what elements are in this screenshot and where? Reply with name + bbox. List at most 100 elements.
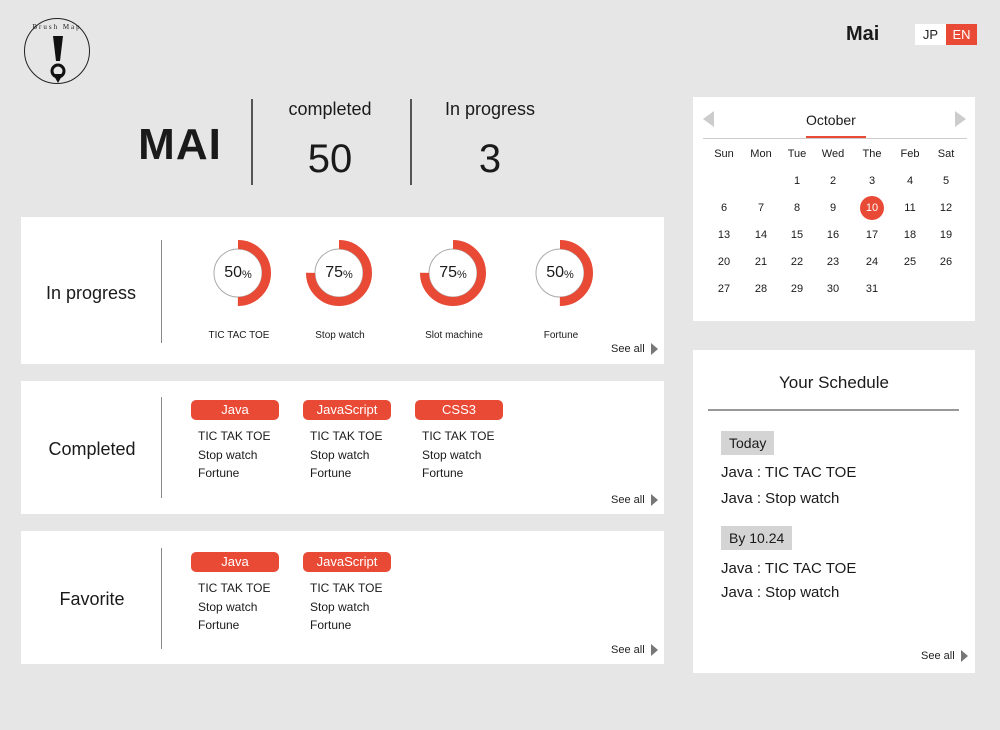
list-item[interactable]: Stop watch	[422, 446, 481, 465]
calendar-day[interactable]: 4	[897, 170, 923, 192]
see-all-label: See all	[921, 650, 955, 662]
calendar-day[interactable]: 5	[933, 170, 959, 192]
list-item[interactable]: Fortune	[198, 616, 239, 635]
schedule-title: Your Schedule	[779, 373, 889, 392]
progress-percent: 50%	[546, 264, 574, 281]
language-switcher: JP EN	[915, 24, 977, 45]
lang-jp-button[interactable]: JP	[915, 24, 946, 45]
list-item[interactable]: Fortune	[422, 464, 463, 483]
brush-map-logo[interactable]: Brush Map	[24, 18, 90, 84]
list-item[interactable]: Fortune	[310, 464, 351, 483]
schedule-card	[693, 350, 975, 673]
calendar-day-selected[interactable]: 10	[860, 196, 884, 220]
completed-label: completed	[288, 99, 372, 119]
list-item[interactable]: Stop watch	[198, 598, 257, 617]
arrow-right-icon	[650, 343, 658, 355]
schedule-item[interactable]: Java : Stop watch	[721, 490, 839, 507]
calendar-next-arrow-icon[interactable]	[955, 111, 966, 127]
arrow-right-icon	[650, 494, 658, 506]
in-progress-label: In progress	[444, 99, 536, 119]
calendar-day[interactable]: 16	[820, 224, 846, 246]
calendar-weekday: Tue	[787, 148, 807, 160]
in-progress-count: 3	[478, 137, 502, 181]
schedule-see-all-link[interactable]: See all	[921, 650, 968, 662]
calendar-day[interactable]: 19	[933, 224, 959, 246]
progress-percent: 50%	[224, 264, 252, 281]
list-item[interactable]: Stop watch	[310, 598, 369, 617]
calendar-month: October	[806, 112, 856, 128]
card-divider	[161, 240, 162, 343]
progress-ring[interactable]: 75%	[306, 240, 372, 306]
calendar-day[interactable]: 21	[748, 251, 774, 273]
arrow-right-icon	[960, 650, 968, 662]
progress-ring[interactable]: 75%	[420, 240, 486, 306]
calendar-weekday: Mon	[750, 148, 772, 160]
tag-java[interactable]: Java	[191, 552, 279, 572]
profile-name: MAI	[138, 120, 222, 169]
summary-divider	[410, 99, 412, 185]
calendar-day[interactable]: 26	[933, 251, 959, 273]
in-progress-see-all-link[interactable]: See all	[611, 343, 658, 355]
calendar-day[interactable]: 28	[748, 278, 774, 300]
schedule-badge-today: Today	[721, 431, 775, 455]
completed-see-all-link[interactable]: See all	[611, 494, 658, 506]
tag-javascript[interactable]: JavaScript	[303, 552, 391, 572]
list-item[interactable]: Stop watch	[310, 446, 369, 465]
calendar-day[interactable]: 2	[820, 170, 846, 192]
calendar-day[interactable]: 14	[748, 224, 774, 246]
calendar-day[interactable]: 9	[820, 197, 846, 219]
calendar-day[interactable]: 30	[820, 278, 846, 300]
calendar-day[interactable]: 20	[711, 251, 737, 273]
schedule-divider	[708, 409, 959, 411]
calendar-day[interactable]: 1	[784, 170, 810, 192]
calendar-day[interactable]: 3	[859, 170, 885, 192]
list-item[interactable]: TIC TAK TOE	[310, 427, 382, 446]
list-item[interactable]: TIC TAK TOE	[310, 579, 382, 598]
calendar-day[interactable]: 12	[933, 197, 959, 219]
calendar-day[interactable]: 6	[711, 197, 737, 219]
calendar-weekday: Sat	[937, 148, 955, 160]
progress-label: Stop watch	[315, 330, 365, 341]
favorite-see-all-link[interactable]: See all	[611, 644, 658, 656]
progress-ring[interactable]: 50%	[527, 240, 593, 306]
tag-css3[interactable]: CSS3	[415, 400, 503, 420]
list-item[interactable]: TIC TAK TOE	[198, 579, 270, 598]
list-item[interactable]: Fortune	[310, 616, 351, 635]
calendar-day[interactable]: 8	[784, 197, 810, 219]
progress-ring[interactable]: 50%	[205, 240, 271, 306]
calendar-day[interactable]: 17	[859, 224, 885, 246]
progress-label: Slot machine	[425, 330, 483, 341]
favorite-title: Favorite	[59, 589, 125, 609]
calendar-day[interactable]: 27	[711, 278, 737, 300]
calendar-day[interactable]: 23	[820, 251, 846, 273]
list-item[interactable]: TIC TAK TOE	[198, 427, 270, 446]
calendar-day[interactable]: 13	[711, 224, 737, 246]
calendar-day[interactable]: 18	[897, 224, 923, 246]
completed-title: Completed	[48, 439, 136, 459]
calendar-day[interactable]: 7	[748, 197, 774, 219]
calendar-prev-arrow-icon[interactable]	[703, 111, 714, 127]
tag-java[interactable]: Java	[191, 400, 279, 420]
schedule-item[interactable]: Java : TIC TAC TOE	[721, 464, 856, 481]
list-item[interactable]: TIC TAK TOE	[422, 427, 494, 446]
progress-label: TIC TAC TOE	[208, 330, 270, 341]
summary-divider	[251, 99, 253, 185]
calendar-day[interactable]: 25	[897, 251, 923, 273]
list-item[interactable]: Stop watch	[198, 446, 257, 465]
schedule-item[interactable]: Java : TIC TAC TOE	[721, 560, 856, 577]
tag-javascript[interactable]: JavaScript	[303, 400, 391, 420]
arrow-right-icon	[650, 644, 658, 656]
calendar-weekday: The	[862, 148, 882, 160]
calendar-day[interactable]: 31	[859, 278, 885, 300]
calendar-day[interactable]: 15	[784, 224, 810, 246]
schedule-item[interactable]: Java : Stop watch	[721, 584, 839, 601]
see-all-label: See all	[611, 494, 645, 506]
calendar-day[interactable]: 29	[784, 278, 810, 300]
calendar-day[interactable]: 24	[859, 251, 885, 273]
user-name[interactable]: Mai	[846, 23, 879, 46]
list-item[interactable]: Fortune	[198, 464, 239, 483]
progress-label: Fortune	[543, 330, 579, 341]
lang-en-button[interactable]: EN	[946, 24, 977, 45]
calendar-day[interactable]: 11	[897, 197, 923, 219]
calendar-day[interactable]: 22	[784, 251, 810, 273]
